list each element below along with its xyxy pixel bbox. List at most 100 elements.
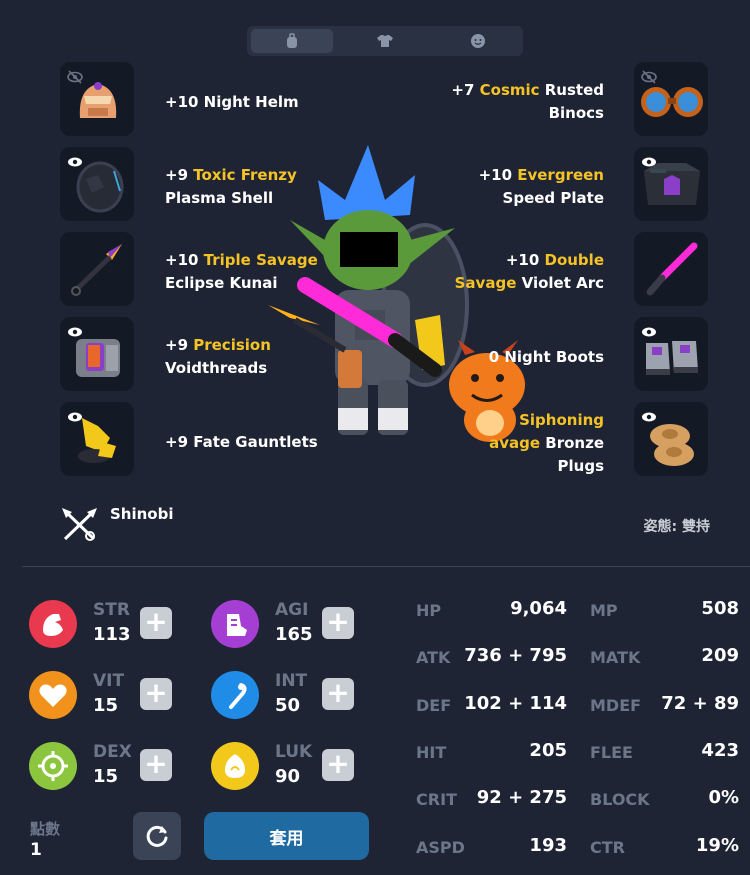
shinobi-icon [62, 508, 97, 541]
equip-name-face: +7 Cosmic Rusted Binocs [451, 81, 604, 122]
stat-value-block: 0% [708, 787, 739, 809]
stat-name-atk: ATK [416, 648, 451, 668]
equip-name-garment: +9 Precision Voidthreads [165, 336, 271, 377]
stat-name-def: DEF [416, 695, 452, 715]
stat-name-block: BLOCK [590, 790, 650, 810]
bronze-plugs-icon [650, 424, 694, 466]
stat-name-matk: MATK [590, 648, 641, 668]
str-badge [29, 600, 77, 648]
str-value: 113 [93, 624, 131, 645]
plus-icon: + [144, 676, 168, 709]
stat-name-hp: HP [416, 601, 442, 620]
reset-button[interactable] [133, 812, 181, 860]
stat-name-hit: HIT [416, 742, 447, 762]
stat-value-hit: 205 [529, 739, 567, 761]
vit-label: VIT [93, 671, 125, 691]
backpack-icon [287, 33, 297, 48]
agility-icon [227, 614, 247, 636]
luck-icon [225, 754, 245, 778]
stat-name-crit: CRIT [416, 790, 457, 810]
luk-badge [211, 742, 259, 790]
slot-weapon-right[interactable] [634, 232, 708, 306]
int-value: 50 [275, 695, 301, 716]
stat-value-ctr: 19% [695, 834, 739, 856]
face-icon [471, 34, 485, 48]
agi-badge [211, 600, 259, 648]
points-value: 1 [30, 840, 42, 860]
slot-accessory-body[interactable] [634, 147, 708, 221]
fate-gauntlets-icon [78, 418, 116, 463]
equip-name-weapon-right: +10 Double Savage Violet Arc [454, 251, 604, 292]
str-plus-button[interactable]: + [140, 607, 172, 639]
int-label: INT [275, 671, 308, 691]
stat-name-ctr: CTR [590, 837, 625, 857]
equip-name-armor: +9 Toxic Frenzy Plasma Shell [165, 166, 297, 207]
luk-plus-button[interactable]: + [322, 749, 354, 781]
stat-value-matk: 209 [701, 645, 739, 667]
stat-value-mp: 508 [701, 598, 739, 619]
shirt-icon [377, 35, 393, 47]
slot-shoes[interactable] [634, 317, 708, 391]
rusted-binocs-icon [641, 87, 703, 117]
stat-name-mdef: MDEF [590, 695, 642, 715]
job-name: Shinobi [110, 505, 174, 523]
voidthreads-icon [76, 339, 120, 377]
equip-name-gloves: +9 Fate Gauntlets [165, 433, 318, 451]
plus-icon: + [144, 747, 168, 780]
int-plus-button[interactable]: + [322, 678, 354, 710]
slot-garment[interactable] [60, 317, 134, 391]
dex-plus-button[interactable]: + [140, 749, 172, 781]
plus-icon: + [144, 605, 168, 638]
stat-value-crit: 92 + 275 [476, 787, 567, 809]
agi-label: AGI [275, 600, 309, 620]
stat-value-flee: 423 [701, 739, 739, 761]
stat-value-def: 102 + 114 [464, 692, 567, 714]
night-helm-icon [79, 82, 117, 118]
stance-label: 姿態: 雙持 [643, 519, 710, 535]
apply-button[interactable]: 套用 [204, 812, 369, 860]
str-label: STR [93, 600, 130, 620]
slot-ear[interactable] [634, 402, 708, 476]
tab-appearance[interactable] [437, 29, 519, 53]
tab-costume[interactable] [344, 29, 426, 53]
stat-name-aspd: ASPD [416, 837, 465, 857]
equip-name-accessory-body: +10 Evergreen Speed Plate [478, 166, 604, 207]
slot-weapon-left[interactable] [60, 232, 134, 306]
slot-head[interactable] [60, 62, 134, 136]
equip-name-weapon-left: +10 Triple Savage Eclipse Kunai [165, 251, 318, 292]
plasma-shell-icon [76, 161, 124, 213]
reset-icon [146, 825, 168, 847]
vit-plus-button[interactable]: + [140, 678, 172, 710]
stat-value-mdef: 72 + 89 [661, 692, 739, 714]
slot-armor[interactable] [60, 147, 134, 221]
stat-name-flee: FLEE [590, 742, 633, 762]
points-label: 點數 [30, 820, 61, 838]
int-badge [211, 671, 259, 719]
intelligence-icon [229, 683, 247, 709]
target-icon [38, 751, 68, 781]
luk-label: LUK [275, 742, 313, 762]
speed-plate-icon [644, 163, 700, 205]
heart-icon [39, 684, 67, 707]
slot-face[interactable] [634, 62, 708, 136]
eclipse-kunai-icon [71, 244, 122, 296]
stat-value-aspd: 193 [529, 834, 567, 856]
vit-value: 15 [93, 695, 119, 716]
luk-value: 90 [275, 766, 301, 787]
strength-icon [43, 614, 63, 636]
equip-name-shoes: 0 Night Boots [488, 348, 604, 366]
night-boots-icon [646, 341, 698, 375]
vit-badge [29, 671, 77, 719]
stat-value-hp: 9,064 [510, 598, 567, 619]
equip-name-ear: Siphoning avage Bronze Plugs [489, 411, 604, 475]
agi-plus-button[interactable]: + [322, 607, 354, 639]
plus-icon: + [326, 676, 350, 709]
equip-name-head: +10 Night Helm [165, 93, 299, 111]
stat-value-atk: 736 + 795 [464, 645, 567, 667]
stat-name-mp: MP [590, 601, 618, 620]
divider [22, 566, 750, 567]
dex-label: DEX [93, 742, 132, 762]
slot-gloves[interactable] [60, 402, 134, 476]
tab-equipment[interactable] [251, 29, 333, 53]
violet-arc-icon [646, 242, 698, 296]
